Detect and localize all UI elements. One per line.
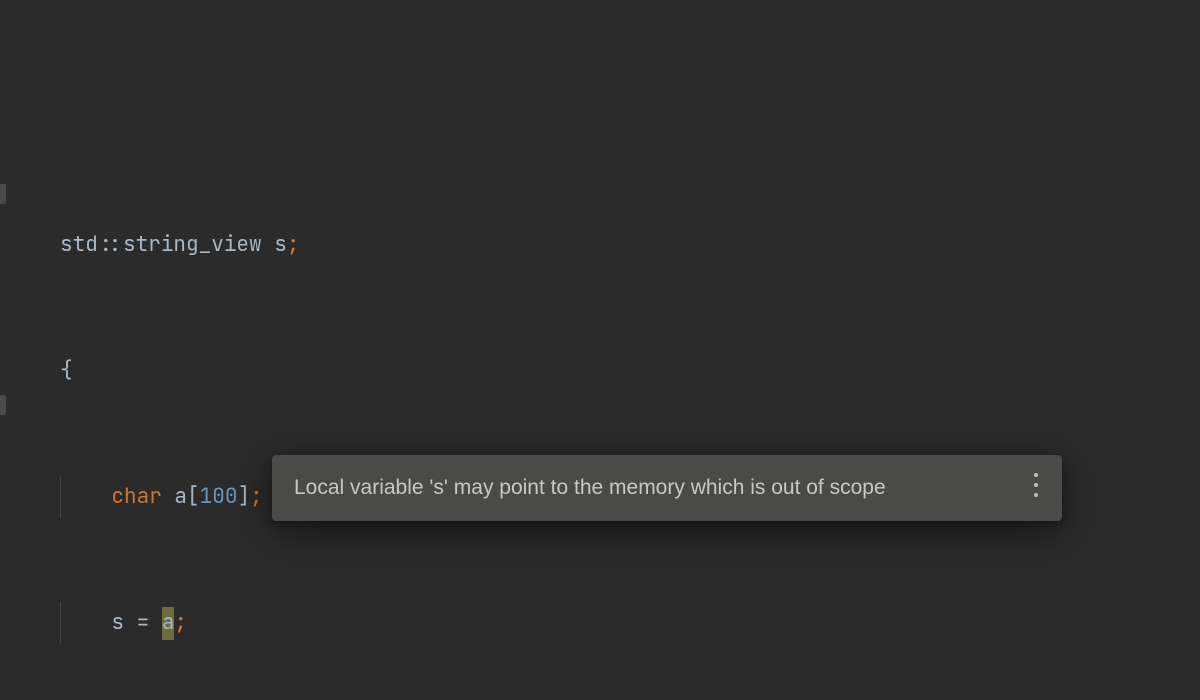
token-keyword: char xyxy=(111,483,161,510)
code-line[interactable]: { xyxy=(60,350,338,392)
inspection-tooltip[interactable]: Local variable 's' may point to the memo… xyxy=(272,455,1062,521)
token-assign: = xyxy=(137,609,150,636)
more-options-icon[interactable] xyxy=(1028,473,1044,497)
code-editor[interactable]: std::string_view s; { char a[100]; s = a… xyxy=(60,140,338,700)
token-space xyxy=(149,609,162,636)
token-semicolon: ; xyxy=(250,483,263,510)
token-identifier: a xyxy=(174,483,187,510)
token-identifier-highlighted: a xyxy=(162,607,175,640)
token-number: 100 xyxy=(200,483,238,510)
code-line[interactable]: s = a; xyxy=(60,602,338,644)
token-bracket-close: ] xyxy=(237,483,250,510)
code-line[interactable]: std::string_view s; xyxy=(60,224,338,266)
token-space xyxy=(262,231,275,258)
token-space xyxy=(162,483,175,510)
gutter-fold-marker[interactable] xyxy=(0,184,6,204)
token-identifier: string_view xyxy=(123,231,262,258)
token-space xyxy=(124,609,137,636)
token-identifier: s xyxy=(274,231,287,258)
inspection-message: Local variable 's' may point to the memo… xyxy=(294,476,886,499)
token-identifier: std xyxy=(60,231,98,258)
token-semicolon: ; xyxy=(174,609,187,636)
token-space xyxy=(61,602,111,644)
gutter-fold-marker[interactable] xyxy=(0,395,6,415)
token-semicolon: ; xyxy=(287,231,300,258)
token-scope-op: :: xyxy=(98,231,123,258)
token-space xyxy=(61,476,111,518)
token-identifier: s xyxy=(111,609,124,636)
token-brace-open: { xyxy=(60,357,73,384)
token-bracket-open: [ xyxy=(187,483,200,510)
